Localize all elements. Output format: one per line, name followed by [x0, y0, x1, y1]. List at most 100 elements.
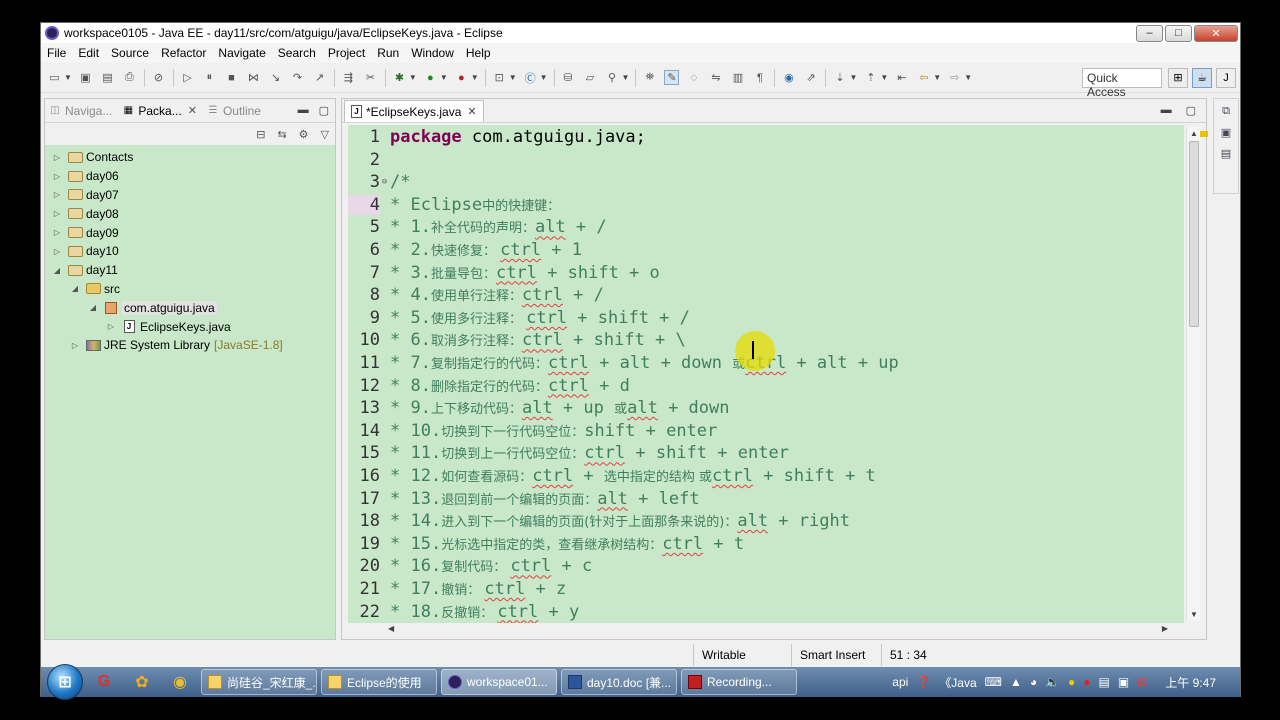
next-annotation-dropdown-icon[interactable]: ▼: [849, 73, 857, 82]
scrollbar-thumb[interactable]: [1189, 141, 1199, 327]
collapsed-twisty-icon[interactable]: ▷: [51, 209, 63, 218]
maximize-button[interactable]: □: [1165, 24, 1192, 42]
editor-horizontal-scrollbar[interactable]: ◀ ▶: [386, 623, 1170, 637]
code-editor[interactable]: 1 package com.atguigu.java; 2 3 ⊖/* 4 * Eclip…: [348, 125, 1184, 623]
collapsed-twisty-icon[interactable]: ▷: [51, 228, 63, 237]
taskbar-item-eclipse[interactable]: workspace01...: [441, 669, 557, 695]
toggle-mark-occurrences-icon[interactable]: ✎: [664, 70, 680, 85]
menu-source[interactable]: Source: [111, 46, 149, 60]
maximize-view-icon[interactable]: ▢: [319, 104, 329, 117]
tree-item-src[interactable]: ◢ src: [45, 280, 335, 299]
code-line[interactable]: 22 * 18.反撤销： ctrl + y: [348, 601, 580, 623]
taskbar-item-doc2[interactable]: Eclipse的使用: [321, 669, 437, 695]
scroll-down-icon[interactable]: ▼: [1190, 610, 1198, 619]
editor-tab-eclipsekeys[interactable]: J *EclipseKeys.java ✕: [344, 100, 484, 122]
taskbar-item-doc1[interactable]: 尚硅谷_宋红康_...: [201, 669, 317, 695]
tray-network-icon[interactable]: ◕: [1030, 675, 1037, 689]
java-ee-perspective-icon[interactable]: ☕: [1192, 67, 1212, 88]
code-line[interactable]: 10 * 6.取消多行注释：ctrl + shift + \: [348, 329, 686, 351]
pilcrow-icon[interactable]: ¶: [752, 70, 767, 85]
tray-clipboard-icon[interactable]: ▤: [1099, 675, 1110, 689]
tree-item-day06[interactable]: ▷ day06: [45, 167, 335, 186]
code-line[interactable]: 7 * 3.批量导包：ctrl + shift + o: [348, 262, 660, 284]
code-line[interactable]: 16 * 12.如何查看源码：ctrl + 选中指定的结构 或ctrl + sh…: [348, 465, 876, 487]
scroll-up-icon[interactable]: ▲: [1190, 129, 1198, 138]
debug-dropdown-icon[interactable]: ▼: [409, 73, 417, 82]
tree-item-day07[interactable]: ▷ day07: [45, 186, 335, 205]
code-line[interactable]: 4 * Eclipse中的快捷键：: [348, 194, 560, 216]
fold-toggle-icon[interactable]: ⊖: [380, 177, 389, 187]
pinned-chrome-icon[interactable]: ◉: [163, 669, 197, 695]
code-line[interactable]: 8 * 4.使用单行注释：ctrl + /: [348, 284, 604, 306]
tray-capture-icon[interactable]: ⊠: [1137, 675, 1147, 689]
maximize-editor-icon[interactable]: ▢: [1186, 104, 1196, 117]
step-return-icon[interactable]: ↗: [312, 70, 327, 85]
menu-navigate[interactable]: Navigate: [218, 46, 265, 60]
previous-annotation-icon[interactable]: ⇡: [863, 70, 878, 85]
print-icon[interactable]: ⎙: [122, 70, 137, 85]
code-line[interactable]: 11 * 7.复制指定行的代码：ctrl + alt + down 或ctrl …: [348, 352, 899, 374]
tray-screen-icon[interactable]: ▣: [1118, 675, 1129, 689]
close-icon[interactable]: ✕: [467, 105, 476, 118]
taskbar-item-recording[interactable]: Recording...: [681, 669, 797, 695]
step-over-icon[interactable]: ↷: [290, 70, 305, 85]
menu-edit[interactable]: Edit: [78, 46, 99, 60]
run-icon[interactable]: ●: [423, 70, 438, 85]
toggle-block-selection-icon[interactable]: ◌: [686, 70, 701, 85]
expanded-twisty-icon[interactable]: ◢: [87, 303, 99, 312]
code-line[interactable]: 2: [348, 149, 390, 171]
editor-vertical-scrollbar[interactable]: ▲ ▼: [1186, 127, 1200, 621]
new-icon[interactable]: ▭: [47, 70, 62, 85]
new-java-project-icon[interactable]: ⊡: [492, 70, 507, 85]
show-whitespace-icon[interactable]: ⇋: [708, 70, 723, 85]
code-line[interactable]: 21 * 17.撤销： ctrl + z: [348, 578, 567, 600]
menu-project[interactable]: Project: [328, 46, 365, 60]
link-with-editor-icon[interactable]: ⇆: [277, 128, 286, 141]
pinned-app-red-icon[interactable]: G: [87, 669, 121, 695]
tray-keyboard-icon[interactable]: ⌨: [985, 675, 1002, 689]
back-dropdown-icon[interactable]: ▼: [933, 73, 941, 82]
menu-search[interactable]: Search: [278, 46, 316, 60]
title-bar[interactable]: workspace0105 - Java EE - day11/src/com/…: [41, 23, 1240, 43]
taskbar-item-word[interactable]: day10.doc [兼...: [561, 669, 677, 695]
expanded-twisty-icon[interactable]: ◢: [51, 266, 63, 275]
collapsed-twisty-icon[interactable]: ▷: [105, 322, 117, 331]
quick-fix-icon[interactable]: ⇗: [803, 70, 818, 85]
code-line[interactable]: 15 * 11.切换到上一行代码空位：ctrl + shift + enter: [348, 442, 789, 464]
step-into-icon[interactable]: ↘: [268, 70, 283, 85]
collapsed-twisty-icon[interactable]: ▷: [69, 341, 81, 350]
code-line[interactable]: 17 * 13.退回到前一个编辑的页面：alt + left: [348, 488, 700, 510]
code-line[interactable]: 5 * 1.补全代码的声明：alt + /: [348, 216, 607, 238]
menu-refactor[interactable]: Refactor: [161, 46, 206, 60]
open-task-icon[interactable]: ✂: [363, 70, 378, 85]
tray-expand-icon[interactable]: ▲: [1010, 675, 1022, 689]
code-line[interactable]: 13 * 9.上下移动代码：alt + up 或alt + down: [348, 397, 730, 419]
tree-item-com-atguigu-java[interactable]: ◢ com.atguigu.java: [45, 298, 335, 317]
search-dropdown-icon[interactable]: ▼: [622, 73, 630, 82]
code-line[interactable]: 12 * 8.删除指定行的代码：ctrl + d: [348, 375, 630, 397]
external-tools-dropdown-icon[interactable]: ▼: [471, 73, 479, 82]
taskbar-clock[interactable]: 上午 9:47: [1165, 674, 1216, 691]
tab-outline[interactable]: ☰ Outline: [207, 104, 261, 118]
word-wrap-icon[interactable]: ▥: [730, 70, 745, 85]
tree-item-jre-system-library[interactable]: ▷ JRE System Library [JavaSE-1.8]: [45, 336, 335, 355]
forward-dropdown-icon[interactable]: ▼: [964, 73, 972, 82]
tree-item-day08[interactable]: ▷ day08: [45, 204, 335, 223]
tree-item-day11[interactable]: ◢ day11: [45, 261, 335, 280]
menu-file[interactable]: File: [47, 46, 66, 60]
code-line[interactable]: 19 * 15.光标选中指定的类，查看继承树结构：ctrl + t: [348, 533, 745, 555]
search-icon[interactable]: ⚲: [605, 70, 620, 85]
tray-app-icon[interactable]: ●: [1068, 675, 1075, 689]
debug-icon[interactable]: ✱: [392, 70, 407, 85]
web-browser-icon[interactable]: ◉: [781, 70, 796, 85]
toggle-breadcrumb-icon[interactable]: ⛯: [642, 70, 657, 85]
task-list-icon[interactable]: ▣: [1221, 126, 1231, 139]
new-dropdown-icon[interactable]: ▼: [64, 73, 72, 82]
menu-run[interactable]: Run: [377, 46, 399, 60]
close-button[interactable]: ✕: [1194, 24, 1238, 42]
back-icon[interactable]: ⇦: [916, 70, 931, 85]
open-perspective-icon[interactable]: ⊞: [1168, 67, 1188, 88]
previous-annotation-dropdown-icon[interactable]: ▼: [880, 73, 888, 82]
tree-item-day09[interactable]: ▷ day09: [45, 223, 335, 242]
tray-volume-icon[interactable]: 🔈: [1045, 675, 1060, 689]
